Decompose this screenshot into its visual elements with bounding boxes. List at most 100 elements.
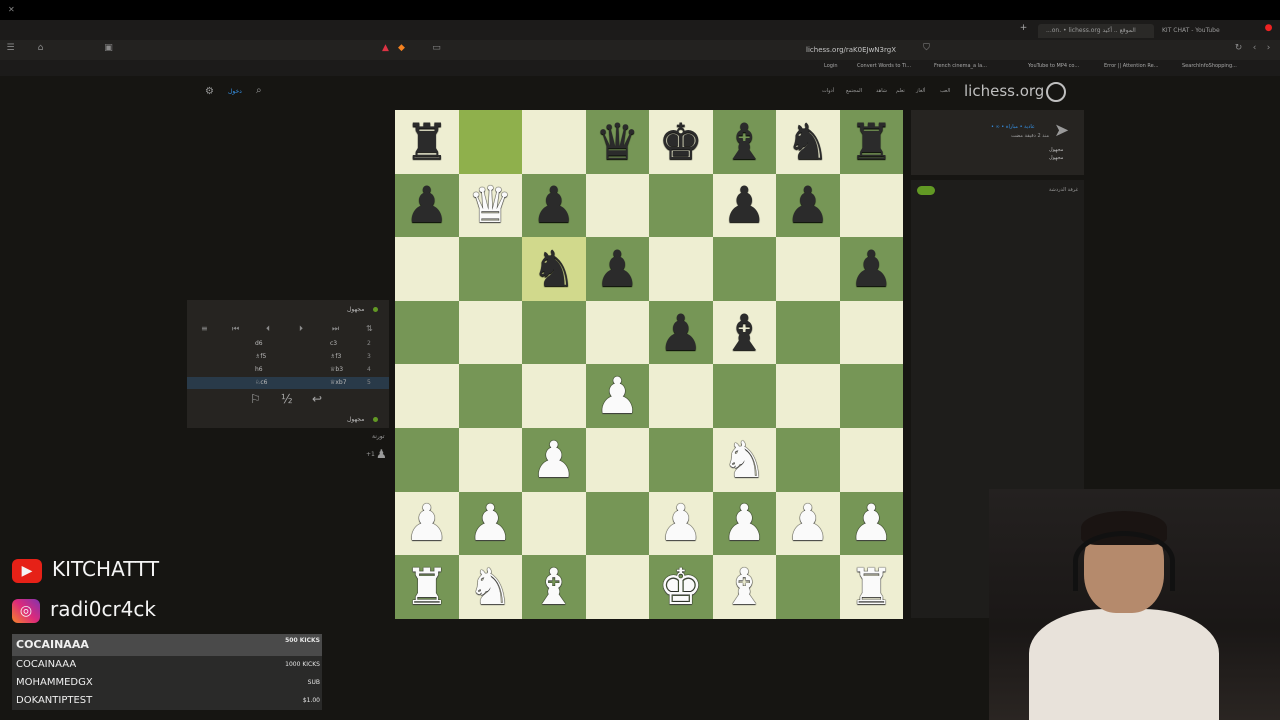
- square-c4[interactable]: [522, 364, 586, 428]
- black-knight-icon[interactable]: ♞: [785, 117, 830, 167]
- square-a3[interactable]: [395, 427, 459, 492]
- square-f4[interactable]: [712, 364, 776, 428]
- square-d5[interactable]: [585, 300, 649, 365]
- black-move[interactable]: d6: [255, 338, 263, 350]
- square-e2[interactable]: ♟: [649, 491, 713, 556]
- square-e8[interactable]: ♚: [649, 110, 713, 174]
- white-rook-icon[interactable]: ♜: [849, 562, 894, 612]
- chessboard[interactable]: ♜ ♛ ♚ ♝ ♞ ♜ ♟ ♛ ♟ ♟ ♟ ♞ ♟ ♟ ♟ ♝ ♟ ♟ ♞ ♟ ♟ ♟ ♟ ♟ ♟ ♜ ♞ ♝ ♚ ♝ ♜: [395, 110, 903, 619]
- square-a2[interactable]: ♟: [395, 491, 459, 556]
- black-bishop-icon[interactable]: ♝: [722, 117, 767, 167]
- square-b7[interactable]: ♛: [458, 173, 522, 238]
- site-logo[interactable]: lichess.org: [964, 82, 1044, 100]
- square-f6[interactable]: [712, 237, 776, 301]
- player-black[interactable]: مجهول: [1049, 155, 1063, 161]
- square-c6[interactable]: ♞: [522, 237, 586, 301]
- square-g7[interactable]: ♟: [776, 173, 840, 238]
- bottom-player-name[interactable]: مجهول: [347, 416, 364, 423]
- square-f7[interactable]: ♟: [712, 173, 776, 238]
- takeback-button[interactable]: ↩: [312, 392, 322, 406]
- tab-lichess[interactable]: ...on. • lichess.org الموقع .. أكيد: [1038, 24, 1154, 38]
- brave-shield-icon[interactable]: ▲: [381, 44, 390, 53]
- black-king-icon[interactable]: ♚: [658, 117, 703, 167]
- black-pawn-icon[interactable]: ♟: [404, 180, 449, 230]
- square-a5[interactable]: [395, 300, 459, 365]
- white-pawn-icon[interactable]: ♟: [531, 435, 576, 485]
- menu-icon[interactable]: ≡: [201, 324, 208, 333]
- white-pawn-icon[interactable]: ♟: [849, 498, 894, 548]
- square-d6[interactable]: ♟: [585, 237, 649, 301]
- shield-icon[interactable]: ◆: [397, 44, 406, 53]
- white-bishop-icon[interactable]: ♝: [531, 562, 576, 612]
- nav-puzzles[interactable]: ألغاز: [916, 88, 925, 94]
- offer-draw-button[interactable]: ½: [281, 392, 293, 406]
- first-move-icon[interactable]: ⏮: [232, 324, 239, 334]
- square-g4[interactable]: [776, 364, 840, 428]
- square-a7[interactable]: ♟: [395, 173, 459, 238]
- black-pawn-icon[interactable]: ♟: [595, 244, 640, 294]
- square-b2[interactable]: ♟: [458, 491, 522, 556]
- square-a1[interactable]: ♜: [395, 555, 459, 619]
- black-pawn-icon[interactable]: ♟: [658, 308, 703, 358]
- move-row-current[interactable]: ♘c6 ♕xb7 5: [187, 377, 389, 389]
- square-d1[interactable]: [585, 555, 649, 619]
- square-c5[interactable]: [522, 300, 586, 365]
- black-move[interactable]: h6: [255, 364, 263, 376]
- black-rook-icon[interactable]: ♜: [849, 117, 894, 167]
- square-f8[interactable]: ♝: [712, 110, 776, 174]
- square-f3[interactable]: ♞: [712, 427, 776, 492]
- black-pawn-icon[interactable]: ♟: [849, 244, 894, 294]
- settings-icon[interactable]: ⚙: [205, 86, 214, 97]
- chat-toggle[interactable]: [917, 186, 935, 195]
- resign-button[interactable]: ⚐: [250, 392, 261, 406]
- black-rook-icon[interactable]: ♜: [404, 117, 449, 167]
- square-d4[interactable]: ♟: [585, 364, 649, 428]
- square-h7[interactable]: [839, 173, 903, 238]
- white-king-icon[interactable]: ♚: [658, 562, 703, 612]
- new-tab-icon[interactable]: +: [1019, 24, 1028, 33]
- move-row[interactable]: ♗f5 ♗f3 3: [187, 351, 389, 363]
- white-move[interactable]: ♕xb7: [330, 377, 347, 389]
- forward-icon[interactable]: ›: [1264, 44, 1273, 53]
- square-h8[interactable]: ♜: [839, 110, 903, 174]
- white-move[interactable]: ♗f3: [330, 351, 341, 363]
- black-pawn-icon[interactable]: ♟: [531, 180, 576, 230]
- close-icon[interactable]: ✕: [8, 5, 15, 14]
- square-h2[interactable]: ♟: [839, 491, 903, 556]
- search-icon[interactable]: ⌕: [256, 85, 262, 96]
- black-move[interactable]: ♗f5: [255, 351, 266, 363]
- black-knight-icon[interactable]: ♞: [531, 244, 576, 294]
- square-g2[interactable]: ♟: [776, 491, 840, 556]
- square-f1[interactable]: ♝: [712, 555, 776, 619]
- nav-tools[interactable]: أدوات: [822, 88, 834, 94]
- extension-icon[interactable]: ▣: [104, 44, 113, 53]
- square-d3[interactable]: [585, 427, 649, 492]
- square-h4[interactable]: [839, 364, 903, 428]
- nav-watch[interactable]: شاهد: [876, 88, 887, 94]
- black-pawn-icon[interactable]: ♟: [722, 180, 767, 230]
- square-a4[interactable]: [395, 364, 459, 428]
- white-pawn-icon[interactable]: ♟: [785, 498, 830, 548]
- square-b1[interactable]: ♞: [458, 555, 522, 619]
- bookmark-icon[interactable]: ⛉: [922, 44, 931, 53]
- square-h6[interactable]: ♟: [839, 237, 903, 301]
- square-c3[interactable]: ♟: [522, 427, 586, 492]
- square-f5[interactable]: ♝: [712, 300, 776, 365]
- square-c2[interactable]: [522, 491, 586, 556]
- flip-board-icon[interactable]: ⇅: [366, 324, 373, 333]
- square-e5[interactable]: ♟: [649, 300, 713, 365]
- square-e6[interactable]: [649, 237, 713, 301]
- square-g6[interactable]: [776, 237, 840, 301]
- square-d7[interactable]: [585, 173, 649, 238]
- menu-icon[interactable]: ☰: [6, 44, 15, 53]
- white-pawn-icon[interactable]: ♟: [595, 371, 640, 421]
- bookmark-item[interactable]: French cinema_a la...: [934, 63, 987, 69]
- login-link[interactable]: دخول: [228, 88, 242, 95]
- white-knight-icon[interactable]: ♞: [722, 435, 767, 485]
- black-pawn-icon[interactable]: ♟: [785, 180, 830, 230]
- nav-community[interactable]: المجتمع: [846, 88, 862, 94]
- square-e4[interactable]: [649, 364, 713, 428]
- white-pawn-icon[interactable]: ♟: [658, 498, 703, 548]
- nav-play[interactable]: العب: [940, 88, 950, 94]
- home-icon[interactable]: ⌂: [36, 44, 45, 53]
